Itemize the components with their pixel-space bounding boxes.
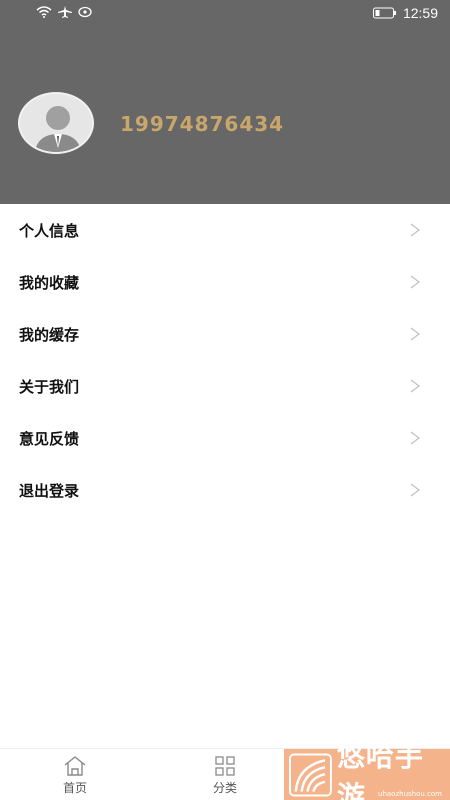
tab-home[interactable]: 首页 [45,755,105,796]
tab-category[interactable]: 分类 [195,755,255,796]
tab-home-label: 首页 [62,781,87,795]
watermark-logo-icon [288,753,332,796]
user-phone: 19974876434 [120,112,285,136]
menu-item-profile[interactable]: 个人信息 [0,204,450,256]
wifi-icon [36,6,52,18]
menu-item-feedback[interactable]: 意见反馈 [0,412,450,464]
battery-icon [372,7,396,19]
menu-item-label: 我的缓存 [19,326,80,344]
grid-icon [215,756,235,776]
menu-item-about[interactable]: 关于我们 [0,360,450,412]
chevron-right-icon [410,327,421,341]
menu-item-label: 关于我们 [19,378,80,396]
menu-item-label: 个人信息 [19,222,80,240]
hotspot-icon [78,6,92,18]
menu-item-cache[interactable]: 我的缓存 [0,308,450,360]
tab-category-label: 分类 [212,781,237,795]
avatar[interactable] [18,92,94,154]
menu-item-label: 退出登录 [19,482,80,500]
watermark-overlay: 悠哈手游 uhaozhushou.com [284,740,450,800]
status-bar: 12:59 [0,0,450,28]
chevron-right-icon [410,379,421,393]
chevron-right-icon [410,275,421,289]
menu-item-logout[interactable]: 退出登录 [0,464,450,516]
settings-menu: 个人信息 我的收藏 我的缓存 关于我们 意见反馈 退出登录 [0,204,450,516]
status-time: 12:59 [402,5,438,21]
user-avatar-icon [34,106,82,152]
menu-item-label: 意见反馈 [19,430,80,448]
menu-item-label: 我的收藏 [19,274,80,292]
chevron-right-icon [410,223,421,237]
menu-item-favorites[interactable]: 我的收藏 [0,256,450,308]
home-icon [64,756,86,776]
airplane-icon [58,6,72,18]
watermark-url: uhaozhushou.com [378,790,442,798]
chevron-right-icon [410,483,421,497]
chevron-right-icon [410,431,421,445]
profile-header: 12:59 19974876434 [0,0,450,204]
